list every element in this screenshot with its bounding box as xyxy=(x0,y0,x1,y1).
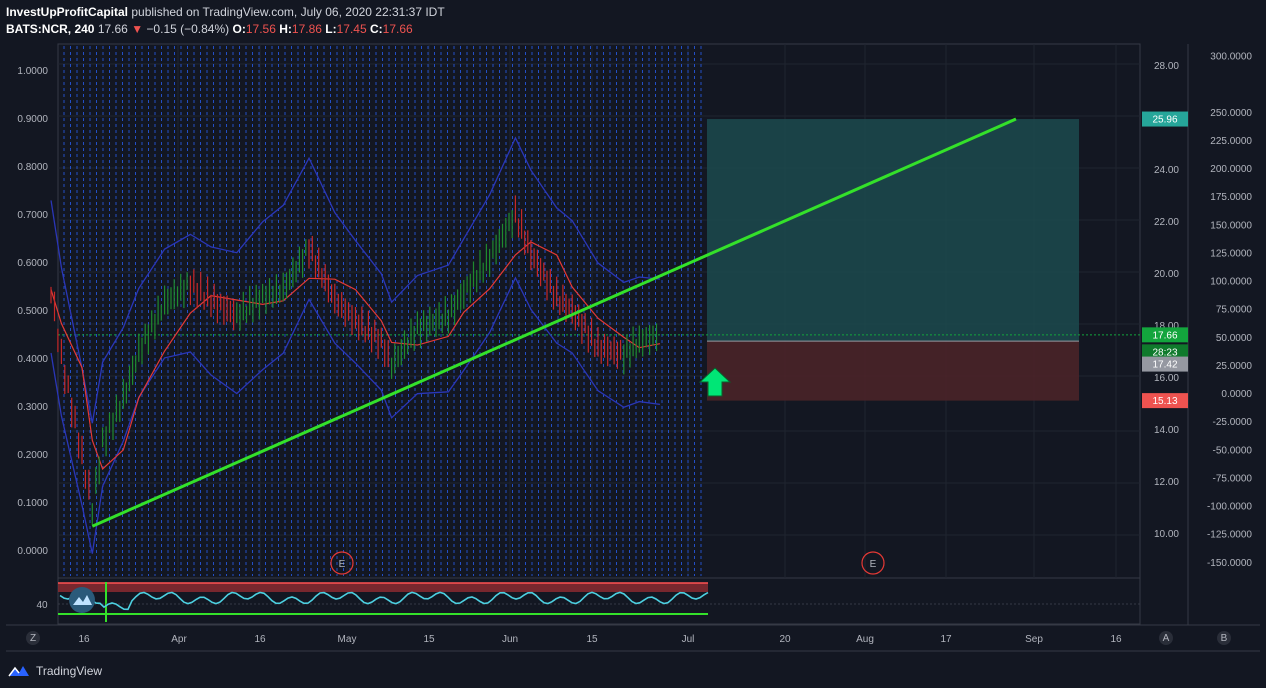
price-axis-tick: 28.00 xyxy=(1154,61,1179,72)
time-axis-tick: May xyxy=(338,634,357,645)
right-axis-tick: 175.0000 xyxy=(1210,192,1252,203)
price-axis-tick: 12.00 xyxy=(1154,477,1179,488)
price-tag-label: 17.42 xyxy=(1152,360,1177,371)
left-axis-tick: 0.5000 xyxy=(17,306,48,317)
price-axis-tick: 22.00 xyxy=(1154,217,1179,228)
time-axis-tick: 16 xyxy=(78,634,90,645)
left-axis-tick: 0.6000 xyxy=(17,258,48,269)
left-axis-tick: 0.4000 xyxy=(17,354,48,365)
earnings-marker-label: E xyxy=(870,559,877,570)
time-axis-tick: Jun xyxy=(502,634,518,645)
right-axis-tick: 75.0000 xyxy=(1216,305,1253,316)
scale-button-label: A xyxy=(1163,633,1170,644)
left-axis-tick: 0.1000 xyxy=(17,498,48,509)
right-axis-tick: 25.0000 xyxy=(1216,361,1253,372)
osc-overbought-band xyxy=(58,583,708,592)
price-tag-label: 15.13 xyxy=(1152,396,1177,407)
osc-axis-tick: 40 xyxy=(36,600,48,611)
tradingview-brand[interactable]: TradingView xyxy=(8,664,102,678)
price-axis-tick: 16.00 xyxy=(1154,373,1179,384)
right-axis-tick: -75.0000 xyxy=(1213,473,1253,484)
oscillator-line xyxy=(59,591,709,611)
right-axis-tick: -50.0000 xyxy=(1213,445,1253,456)
time-axis-tick: Sep xyxy=(1025,634,1043,645)
right-axis-tick: 50.0000 xyxy=(1216,333,1253,344)
price-axis-tick: 20.00 xyxy=(1154,269,1179,280)
right-axis-tick: 250.0000 xyxy=(1210,108,1252,119)
time-axis-tick: 15 xyxy=(586,634,598,645)
stop-zone xyxy=(707,341,1079,401)
watermark-badge xyxy=(69,587,95,613)
time-axis-tick: 16 xyxy=(1110,634,1122,645)
left-axis-tick: 0.9000 xyxy=(17,114,48,125)
scale-button-label: B xyxy=(1221,633,1228,644)
price-chart[interactable]: E E 1.0000 0.9000 0.8000 0.7000 0.6000 0.5000 0… xyxy=(0,0,1266,655)
time-axis-tick: Aug xyxy=(856,634,874,645)
price-tag-label: 25.96 xyxy=(1152,115,1177,126)
right-axis-tick: -150.0000 xyxy=(1207,558,1252,569)
left-axis-tick: 0.7000 xyxy=(17,210,48,221)
time-axis-tick: 16 xyxy=(254,634,266,645)
time-axis-tick: 17 xyxy=(940,634,952,645)
time-axis-tick: Jul xyxy=(682,634,695,645)
oscillator xyxy=(58,582,1140,622)
price-axis-tick: 10.00 xyxy=(1154,529,1179,540)
price-axis-tick: 24.00 xyxy=(1154,165,1179,176)
left-axis-tick: 0.2000 xyxy=(17,450,48,461)
tradingview-logo-icon xyxy=(8,666,29,677)
right-axis-tick: 300.0000 xyxy=(1210,52,1252,63)
brand-label: TradingView xyxy=(36,664,103,678)
right-axis-tick: 225.0000 xyxy=(1210,136,1252,147)
left-axis-tick: 1.0000 xyxy=(17,66,48,77)
price-tags: 25.9617.6628:2317.4215.13 xyxy=(1142,111,1188,409)
time-axis-tick: Apr xyxy=(171,634,187,645)
price-tag-label: 17.66 xyxy=(1152,330,1177,341)
right-axis-tick: -25.0000 xyxy=(1213,417,1253,428)
right-axis-tick: 150.0000 xyxy=(1210,220,1252,231)
right-axis-tick: -100.0000 xyxy=(1207,502,1252,513)
right-axis-tick: -125.0000 xyxy=(1207,530,1252,541)
right-axis-tick: 100.0000 xyxy=(1210,277,1252,288)
right-axis-tick: 200.0000 xyxy=(1210,164,1252,175)
left-axis-tick: 0.8000 xyxy=(17,162,48,173)
right-axis-tick: 125.0000 xyxy=(1210,248,1252,259)
price-axis-tick: 14.00 xyxy=(1154,425,1179,436)
left-axis-tick: 0.0000 xyxy=(17,546,48,557)
left-axis-tick: 0.3000 xyxy=(17,402,48,413)
scale-button-label: Z xyxy=(30,633,36,644)
earnings-marker-label: E xyxy=(339,559,346,570)
right-axis-tick: 0.0000 xyxy=(1221,389,1252,400)
time-axis-tick: 15 xyxy=(423,634,435,645)
time-axis-tick: 20 xyxy=(779,634,791,645)
